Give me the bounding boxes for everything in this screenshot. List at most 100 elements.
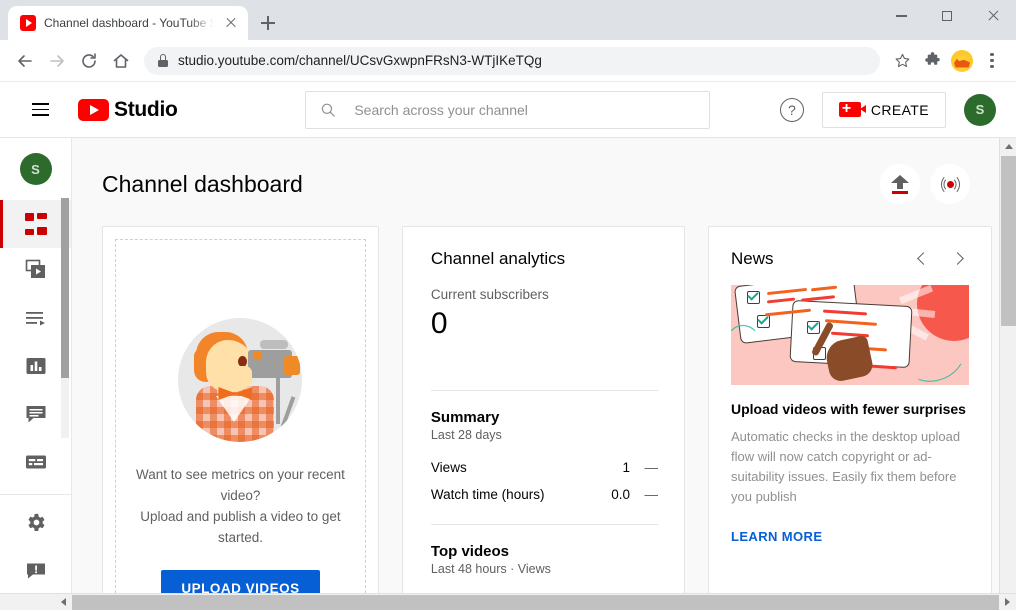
vertical-scrollbar-thumb[interactable] bbox=[1001, 156, 1016, 326]
chevron-left-icon[interactable] bbox=[911, 249, 931, 269]
sidebar-item-subtitles[interactable] bbox=[0, 440, 71, 488]
browser-tab[interactable]: Channel dashboard - YouTube Studio bbox=[8, 6, 248, 40]
dashboard-cards: Want to see metrics on your recent video… bbox=[102, 226, 992, 608]
news-nav bbox=[911, 249, 969, 269]
empty-state-text: Want to see metrics on your recent video… bbox=[116, 464, 365, 548]
minimize-button[interactable] bbox=[878, 0, 924, 32]
browser-toolbar: studio.youtube.com/channel/UCsvGxwpnFRsN… bbox=[0, 40, 1016, 82]
window-controls bbox=[878, 0, 1016, 32]
create-button-label: CREATE bbox=[871, 102, 929, 118]
top-videos-subtitle: Last 48 hours · Views bbox=[431, 562, 658, 576]
analytics-divider-1 bbox=[431, 390, 658, 391]
rail-avatar-wrap: S bbox=[0, 138, 71, 200]
empty-state-line1: Want to see metrics on your recent video… bbox=[128, 464, 353, 506]
account-avatar[interactable]: S bbox=[964, 94, 996, 126]
help-icon[interactable]: ? bbox=[780, 98, 804, 122]
empty-video-placeholder: Want to see metrics on your recent video… bbox=[115, 239, 366, 608]
comments-icon bbox=[24, 402, 48, 431]
metric-value: 0.0 bbox=[611, 487, 630, 502]
app-body: S bbox=[0, 138, 1016, 608]
studio-wordmark: Studio bbox=[114, 98, 178, 122]
metric-name: Watch time (hours) bbox=[431, 487, 611, 502]
close-tab-icon[interactable] bbox=[222, 14, 240, 32]
search-icon bbox=[320, 101, 336, 119]
subscribers-value: 0 bbox=[431, 304, 658, 344]
rail-scrollbar[interactable] bbox=[61, 198, 69, 438]
sidebar-item-send-feedback[interactable] bbox=[0, 549, 71, 597]
rail-scrollbar-thumb[interactable] bbox=[61, 198, 69, 378]
channel-analytics-card: Channel analytics Current subscribers 0 … bbox=[402, 226, 685, 606]
new-tab-button[interactable] bbox=[254, 9, 282, 37]
empty-state-line2: Upload and publish a video to get starte… bbox=[128, 506, 353, 548]
header-actions: ? CREATE S bbox=[780, 92, 1000, 128]
channel-search-box[interactable] bbox=[305, 91, 710, 129]
horizontal-scrollbar-thumb[interactable] bbox=[72, 595, 999, 610]
reload-icon[interactable] bbox=[74, 46, 104, 76]
page-title: Channel dashboard bbox=[102, 171, 303, 198]
dashboard-grid-icon bbox=[25, 213, 47, 235]
browser-tab-strip: Channel dashboard - YouTube Studio bbox=[0, 0, 1016, 40]
table-row[interactable]: Views 1 — bbox=[431, 454, 658, 481]
scroll-right-button[interactable] bbox=[999, 594, 1016, 611]
chevron-right-icon[interactable] bbox=[949, 249, 969, 269]
tab-title: Channel dashboard - YouTube Studio bbox=[44, 16, 214, 30]
news-body-text: Automatic checks in the desktop upload f… bbox=[731, 427, 969, 507]
address-bar[interactable]: studio.youtube.com/channel/UCsvGxwpnFRsN… bbox=[144, 47, 880, 75]
youtube-play-icon bbox=[78, 99, 109, 121]
metric-trend: — bbox=[630, 487, 658, 502]
subscribers-label: Current subscribers bbox=[431, 287, 658, 302]
studio-logo[interactable]: Studio bbox=[78, 98, 178, 122]
news-header: News bbox=[731, 249, 969, 269]
top-videos-title: Top videos bbox=[431, 543, 658, 560]
lock-icon bbox=[158, 54, 168, 67]
table-row[interactable]: Watch time (hours) 0.0 — bbox=[431, 481, 658, 508]
back-icon[interactable] bbox=[10, 46, 40, 76]
home-icon[interactable] bbox=[106, 46, 136, 76]
search-input[interactable] bbox=[354, 102, 695, 118]
go-live-icon bbox=[938, 175, 962, 193]
profile-avatar[interactable] bbox=[948, 47, 976, 75]
page-vertical-scrollbar[interactable] bbox=[999, 138, 1016, 608]
hamburger-menu-icon[interactable] bbox=[20, 90, 60, 130]
page-horizontal-scrollbar[interactable] bbox=[0, 593, 1016, 610]
playlists-icon bbox=[24, 306, 48, 335]
chrome-menu-icon[interactable] bbox=[978, 47, 1006, 75]
scroll-up-button[interactable] bbox=[1000, 138, 1016, 155]
news-card: News bbox=[708, 226, 992, 606]
recent-video-card: Want to see metrics on your recent video… bbox=[102, 226, 379, 608]
go-live-icon-button[interactable] bbox=[930, 164, 970, 204]
metric-name: Views bbox=[431, 460, 623, 475]
news-card-title: News bbox=[731, 249, 774, 269]
gear-icon bbox=[24, 511, 47, 539]
summary-title: Summary bbox=[431, 409, 658, 426]
forward-icon[interactable] bbox=[42, 46, 72, 76]
rail-divider bbox=[0, 494, 71, 495]
page-header: Channel dashboard bbox=[102, 164, 992, 204]
left-rail: S bbox=[0, 138, 72, 608]
rail-channel-avatar[interactable]: S bbox=[20, 153, 52, 185]
upload-videos-icon-button[interactable] bbox=[880, 164, 920, 204]
summary-period: Last 28 days bbox=[431, 428, 658, 442]
analytics-bar-chart-icon bbox=[24, 354, 48, 383]
videos-icon bbox=[24, 258, 48, 287]
metric-value: 1 bbox=[622, 460, 630, 475]
extensions-puzzle-icon[interactable] bbox=[918, 47, 946, 75]
metric-trend: — bbox=[630, 460, 658, 475]
bookmark-star-icon[interactable] bbox=[888, 47, 916, 75]
studio-header: Studio ? CREATE S bbox=[0, 82, 1016, 138]
sidebar-item-settings[interactable] bbox=[0, 501, 71, 549]
youtube-favicon-icon bbox=[20, 15, 36, 31]
subtitles-icon bbox=[24, 450, 48, 479]
main-content: Channel dashboard bbox=[72, 138, 1016, 608]
create-camera-icon bbox=[839, 102, 861, 117]
scroll-left-button[interactable] bbox=[55, 594, 72, 611]
learn-more-link[interactable]: LEARN MORE bbox=[731, 529, 822, 544]
close-window-button[interactable] bbox=[970, 0, 1016, 32]
create-button[interactable]: CREATE bbox=[822, 92, 946, 128]
upload-icon bbox=[891, 175, 909, 194]
maximize-button[interactable] bbox=[924, 0, 970, 32]
news-illustration bbox=[731, 285, 969, 385]
url-text: studio.youtube.com/channel/UCsvGxwpnFRsN… bbox=[178, 53, 542, 68]
analytics-card-title: Channel analytics bbox=[431, 249, 658, 269]
page-header-actions bbox=[880, 164, 992, 204]
